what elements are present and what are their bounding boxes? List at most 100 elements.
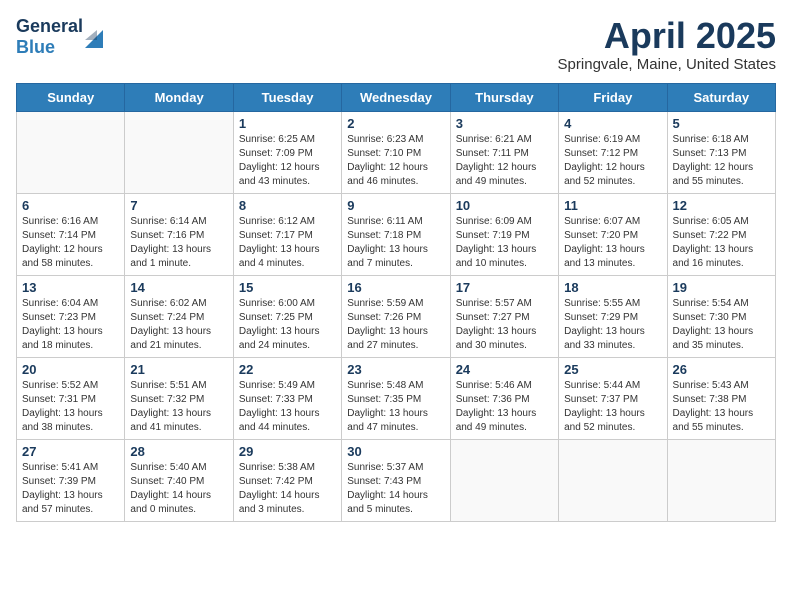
calendar-cell: 12 Sunrise: 6:05 AM Sunset: 7:22 PM Dayli… [667,193,775,275]
day-number: 2 [347,116,444,131]
calendar-cell: 30 Sunrise: 5:37 AM Sunset: 7:43 PM Dayli… [342,439,450,521]
calendar-week-row: 13Sunrise: 6:04 AM Sunset: 7:23 PM Dayli… [17,275,776,357]
day-info: Sunrise: 6:00 AM Sunset: 7:25 PM Dayligh… [239,297,336,353]
day-header-tuesday: Tuesday [233,83,341,111]
day-number: 3 [456,116,553,131]
day-number: 22 [239,362,336,377]
day-info: Sunrise: 6:14 AM Sunset: 7:16 PM Dayligh… [130,215,227,271]
calendar-cell: 26 Sunrise: 5:43 AM Sunset: 7:38 PM Dayli… [667,357,775,439]
day-number: 21 [130,362,227,377]
day-number: 24 [456,362,553,377]
day-number: 20 [22,362,119,377]
day-number: 25 [564,362,661,377]
day-number: 15 [239,280,336,295]
day-info: Sunrise: 5:48 AM Sunset: 7:35 PM Dayligh… [347,379,444,435]
day-number: 30 [347,444,444,459]
calendar-cell: 7Sunrise: 6:14 AM Sunset: 7:16 PM Daylig… [125,193,233,275]
title-block: April 2025 Springvale, Maine, United Sta… [558,16,776,73]
day-info: Sunrise: 5:44 AM Sunset: 7:37 PM Dayligh… [564,379,661,435]
day-info: Sunrise: 5:49 AM Sunset: 7:33 PM Dayligh… [239,379,336,435]
logo-text: General Blue [16,16,83,58]
calendar-cell: 21 Sunrise: 5:51 AM Sunset: 7:32 PM Dayli… [125,357,233,439]
day-info: Sunrise: 6:09 AM Sunset: 7:19 PM Dayligh… [456,215,553,271]
day-number: 12 [673,198,770,213]
day-info: Sunrise: 6:11 AM Sunset: 7:18 PM Dayligh… [347,215,444,271]
calendar-cell: 16Sunrise: 5:59 AM Sunset: 7:26 PM Dayli… [342,275,450,357]
calendar-cell: 6 Sunrise: 6:16 AM Sunset: 7:14 PM Daylig… [17,193,125,275]
day-info: Sunrise: 5:55 AM Sunset: 7:29 PM Dayligh… [564,297,661,353]
calendar-week-row: 20 Sunrise: 5:52 AM Sunset: 7:31 PM Dayli… [17,357,776,439]
day-number: 29 [239,444,336,459]
day-header-saturday: Saturday [667,83,775,111]
day-number: 6 [22,198,119,213]
calendar-cell: 13Sunrise: 6:04 AM Sunset: 7:23 PM Dayli… [17,275,125,357]
day-number: 19 [673,280,770,295]
calendar-cell: 29Sunrise: 5:38 AM Sunset: 7:42 PM Dayli… [233,439,341,521]
day-info: Sunrise: 6:07 AM Sunset: 7:20 PM Dayligh… [564,215,661,271]
day-number: 1 [239,116,336,131]
location-title: Springvale, Maine, United States [558,56,776,73]
day-info: Sunrise: 6:12 AM Sunset: 7:17 PM Dayligh… [239,215,336,271]
day-number: 13 [22,280,119,295]
day-number: 4 [564,116,661,131]
day-number: 14 [130,280,227,295]
day-info: Sunrise: 6:02 AM Sunset: 7:24 PM Dayligh… [130,297,227,353]
day-number: 17 [456,280,553,295]
calendar-cell: 1 Sunrise: 6:25 AM Sunset: 7:09 PM Daylig… [233,111,341,193]
calendar-cell: 9 Sunrise: 6:11 AM Sunset: 7:18 PM Daylig… [342,193,450,275]
day-header-wednesday: Wednesday [342,83,450,111]
day-number: 26 [673,362,770,377]
calendar-cell: 17 Sunrise: 5:57 AM Sunset: 7:27 PM Dayli… [450,275,558,357]
day-header-friday: Friday [559,83,667,111]
calendar-week-row: 6 Sunrise: 6:16 AM Sunset: 7:14 PM Daylig… [17,193,776,275]
calendar-cell: 18 Sunrise: 5:55 AM Sunset: 7:29 PM Dayli… [559,275,667,357]
calendar-cell [667,439,775,521]
calendar-cell: 20 Sunrise: 5:52 AM Sunset: 7:31 PM Dayli… [17,357,125,439]
day-info: Sunrise: 5:57 AM Sunset: 7:27 PM Dayligh… [456,297,553,353]
calendar-week-row: 27 Sunrise: 5:41 AM Sunset: 7:39 PM Dayli… [17,439,776,521]
page-header: General Blue April 2025 Springvale, Main… [16,16,776,73]
calendar-cell: 4Sunrise: 6:19 AM Sunset: 7:12 PM Daylig… [559,111,667,193]
logo-icon [85,26,103,48]
calendar-cell: 15 Sunrise: 6:00 AM Sunset: 7:25 PM Dayli… [233,275,341,357]
day-info: Sunrise: 6:16 AM Sunset: 7:14 PM Dayligh… [22,215,119,271]
day-number: 16 [347,280,444,295]
day-info: Sunrise: 5:43 AM Sunset: 7:38 PM Dayligh… [673,379,770,435]
calendar-cell [17,111,125,193]
day-info: Sunrise: 5:52 AM Sunset: 7:31 PM Dayligh… [22,379,119,435]
month-title: April 2025 [558,16,776,56]
day-info: Sunrise: 5:54 AM Sunset: 7:30 PM Dayligh… [673,297,770,353]
day-number: 10 [456,198,553,213]
day-number: 18 [564,280,661,295]
calendar-cell: 19 Sunrise: 5:54 AM Sunset: 7:30 PM Dayli… [667,275,775,357]
day-header-thursday: Thursday [450,83,558,111]
calendar-cell [559,439,667,521]
day-number: 28 [130,444,227,459]
calendar-cell [125,111,233,193]
calendar-week-row: 1 Sunrise: 6:25 AM Sunset: 7:09 PM Daylig… [17,111,776,193]
day-info: Sunrise: 5:51 AM Sunset: 7:32 PM Dayligh… [130,379,227,435]
calendar-header-row: SundayMondayTuesdayWednesdayThursdayFrid… [17,83,776,111]
calendar-cell: 2 Sunrise: 6:23 AM Sunset: 7:10 PM Daylig… [342,111,450,193]
calendar-table: SundayMondayTuesdayWednesdayThursdayFrid… [16,83,776,522]
day-info: Sunrise: 6:05 AM Sunset: 7:22 PM Dayligh… [673,215,770,271]
day-number: 27 [22,444,119,459]
calendar-cell: 11Sunrise: 6:07 AM Sunset: 7:20 PM Dayli… [559,193,667,275]
calendar-cell: 22 Sunrise: 5:49 AM Sunset: 7:33 PM Dayli… [233,357,341,439]
calendar-cell: 28 Sunrise: 5:40 AM Sunset: 7:40 PM Dayli… [125,439,233,521]
day-number: 8 [239,198,336,213]
calendar-cell: 27 Sunrise: 5:41 AM Sunset: 7:39 PM Dayli… [17,439,125,521]
day-info: Sunrise: 6:23 AM Sunset: 7:10 PM Dayligh… [347,133,444,189]
day-number: 5 [673,116,770,131]
day-number: 9 [347,198,444,213]
day-info: Sunrise: 5:46 AM Sunset: 7:36 PM Dayligh… [456,379,553,435]
day-info: Sunrise: 5:37 AM Sunset: 7:43 PM Dayligh… [347,461,444,517]
calendar-cell: 14 Sunrise: 6:02 AM Sunset: 7:24 PM Dayli… [125,275,233,357]
day-info: Sunrise: 5:40 AM Sunset: 7:40 PM Dayligh… [130,461,227,517]
calendar-cell: 8 Sunrise: 6:12 AM Sunset: 7:17 PM Daylig… [233,193,341,275]
logo-general: General [16,16,83,36]
day-info: Sunrise: 5:41 AM Sunset: 7:39 PM Dayligh… [22,461,119,517]
day-info: Sunrise: 6:25 AM Sunset: 7:09 PM Dayligh… [239,133,336,189]
day-info: Sunrise: 6:18 AM Sunset: 7:13 PM Dayligh… [673,133,770,189]
day-header-monday: Monday [125,83,233,111]
